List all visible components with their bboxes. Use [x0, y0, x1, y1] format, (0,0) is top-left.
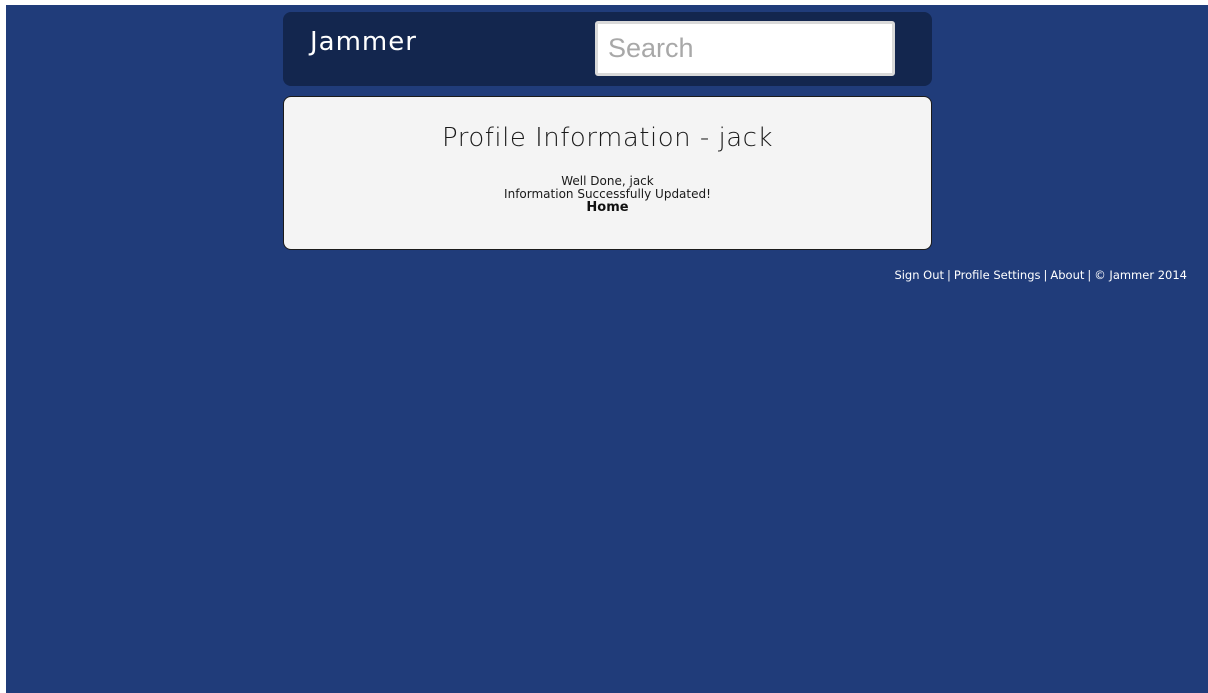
search-input[interactable]	[595, 21, 895, 76]
footer-separator: |	[1087, 268, 1092, 282]
header-bar: Jammer	[283, 12, 932, 86]
about-link[interactable]: About	[1050, 268, 1084, 282]
footer-separator: |	[1043, 268, 1048, 282]
sign-out-link[interactable]: Sign Out	[894, 268, 944, 282]
profile-message: Well Done, jack Information Successfully…	[284, 175, 931, 215]
footer-separator: |	[947, 268, 951, 282]
home-link[interactable]: Home	[586, 201, 628, 215]
profile-title: Profile Information - jack	[441, 123, 774, 153]
footer-links: Sign Out | Profile Settings | About | © Jammer…	[894, 268, 1187, 282]
profile-card: Profile Information - jack Well Done, ja…	[283, 96, 932, 250]
app-title[interactable]: Jammer	[310, 27, 417, 57]
copyright-text: © Jammer 2014	[1094, 268, 1187, 282]
profile-settings-link[interactable]: Profile Settings	[954, 268, 1041, 282]
